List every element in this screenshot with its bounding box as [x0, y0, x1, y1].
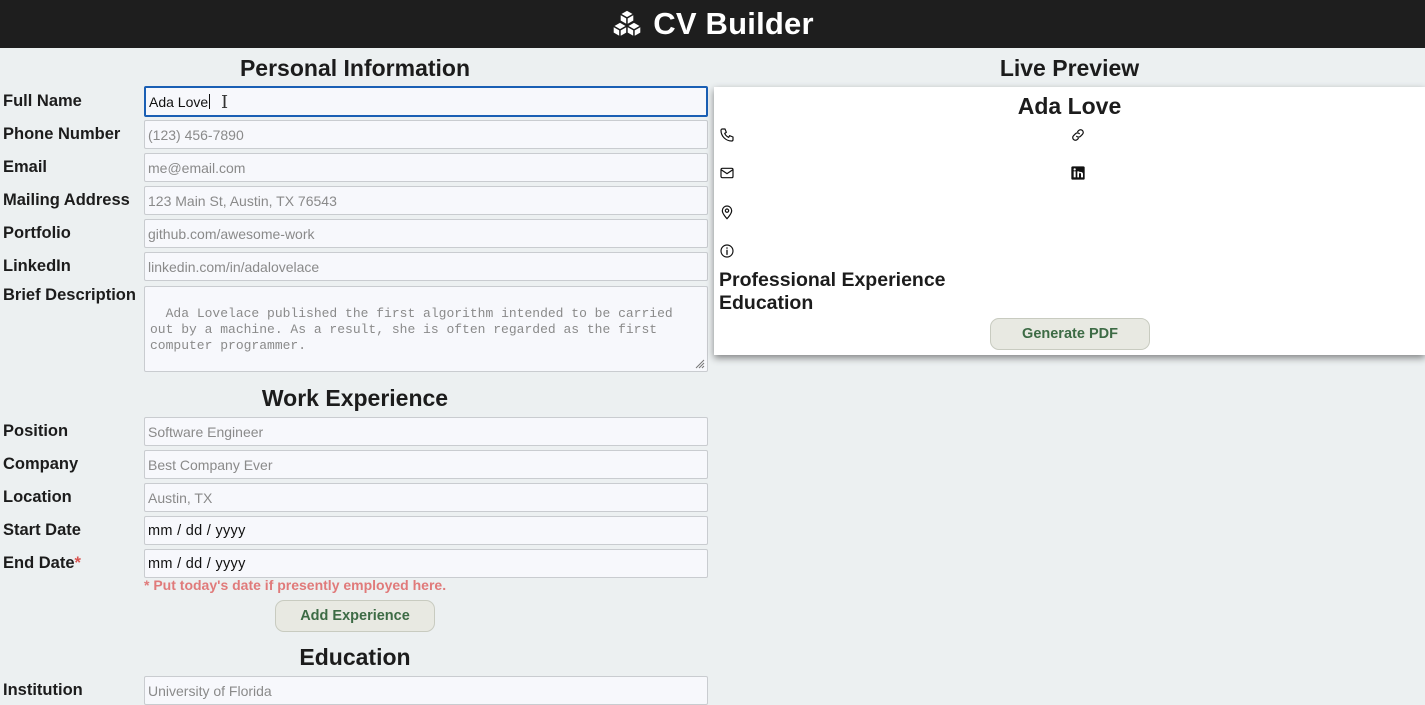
personal-info-heading: Personal Information: [239, 55, 471, 81]
required-mark: *: [74, 554, 81, 572]
location-label: Location: [3, 488, 72, 506]
add-experience-button[interactable]: Add Experience: [275, 600, 435, 632]
description-textarea[interactable]: Ada Lovelace published the first algorit…: [144, 286, 708, 372]
preview-card: Ada Love Professional Experience Educati…: [714, 87, 1425, 355]
full-name-input[interactable]: Ada Love: [144, 86, 708, 117]
location-pin-icon: [721, 205, 733, 220]
mail-icon: [720, 167, 734, 179]
live-preview-heading: Live Preview: [999, 55, 1140, 81]
cubes-icon: [612, 9, 642, 38]
phone-input[interactable]: (123) 456-7890: [144, 120, 708, 149]
generate-pdf-button[interactable]: Generate PDF: [990, 318, 1150, 350]
preview-education-heading: Education: [719, 292, 814, 314]
linkedin-icon: [1071, 166, 1085, 180]
email-label: Email: [3, 158, 48, 176]
start-date-input[interactable]: mm / dd / yyyy: [144, 516, 708, 545]
description-placeholder: Ada Lovelace published the first algorit…: [150, 306, 681, 353]
start-date-label: Start Date: [3, 521, 81, 539]
preview-experience-heading: Professional Experience: [719, 269, 946, 291]
position-label: Position: [3, 422, 69, 440]
address-label: Mailing Address: [3, 191, 130, 209]
link-icon: [1072, 129, 1084, 141]
phone-label: Phone Number: [3, 125, 121, 143]
portfolio-input[interactable]: github.com/awesome-work: [144, 219, 708, 248]
info-icon: [720, 244, 734, 258]
full-name-value: Ada Love: [149, 93, 209, 110]
portfolio-label: Portfolio: [3, 224, 71, 242]
address-input[interactable]: 123 Main St, Austin, TX 76543: [144, 186, 708, 215]
linkedin-label: LinkedIn: [3, 257, 71, 275]
resize-grip-icon[interactable]: [695, 359, 705, 369]
description-label: Brief Description: [3, 286, 136, 304]
app-header: CV Builder: [0, 0, 1425, 48]
preview-name: Ada Love: [1017, 93, 1122, 119]
company-input[interactable]: Best Company Ever: [144, 450, 708, 479]
email-input[interactable]: me@email.com: [144, 153, 708, 182]
phone-icon: [720, 128, 734, 142]
location-input[interactable]: Austin, TX: [144, 483, 708, 512]
institution-label: Institution: [3, 681, 83, 699]
end-date-label: End Date*: [3, 554, 81, 573]
end-date-label-text: End Date: [3, 554, 75, 572]
linkedin-input[interactable]: linkedin.com/in/adalovelace: [144, 252, 708, 281]
text-caret: [209, 94, 211, 109]
work-experience-heading: Work Experience: [261, 385, 449, 411]
full-name-label: Full Name: [3, 92, 82, 110]
end-date-input[interactable]: mm / dd / yyyy: [144, 549, 708, 578]
app-title: CV Builder: [653, 6, 814, 41]
position-input[interactable]: Software Engineer: [144, 417, 708, 446]
institution-input[interactable]: University of Florida: [144, 676, 708, 705]
education-heading: Education: [299, 644, 411, 670]
end-date-note: * Put today's date if presently employed…: [144, 577, 447, 593]
company-label: Company: [3, 455, 79, 473]
ibeam-cursor-icon: I: [221, 92, 229, 113]
